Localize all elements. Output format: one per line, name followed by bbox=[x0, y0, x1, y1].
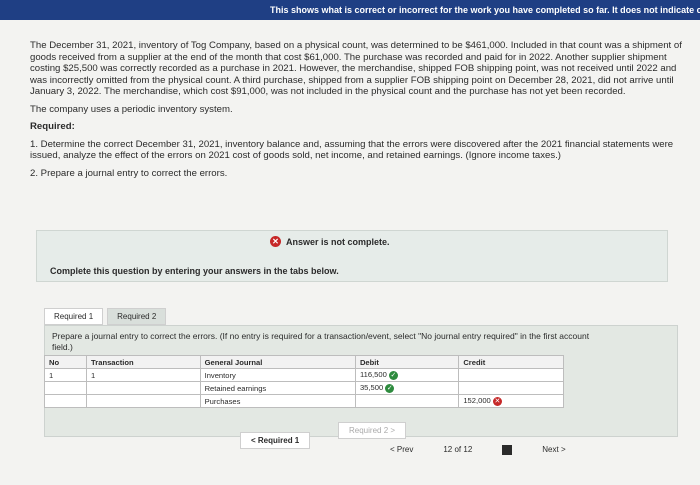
credit-field[interactable]: 152,000 ✕ bbox=[458, 394, 564, 408]
col-transaction: Transaction bbox=[86, 355, 201, 369]
check-icon: ✓ bbox=[388, 371, 398, 380]
col-debit: Debit bbox=[354, 355, 460, 369]
account-field[interactable]: Inventory bbox=[199, 368, 356, 382]
error-icon: ✕ bbox=[492, 397, 502, 406]
next-tab-button[interactable]: Required 2 > bbox=[338, 422, 407, 439]
tab-instruction: Prepare a journal entry to correct the e… bbox=[52, 331, 590, 352]
problem-paragraph-1: The December 31, 2021, inventory of Tog … bbox=[30, 40, 682, 97]
row-no bbox=[43, 381, 88, 395]
prev-page-link[interactable]: < Prev bbox=[390, 445, 413, 455]
col-no: No bbox=[43, 355, 88, 369]
banner-text: This shows what is correct or incorrect … bbox=[270, 5, 700, 15]
row-no: 1 bbox=[43, 368, 88, 382]
journal-table: No Transaction General Journal Debit Cre… bbox=[43, 355, 564, 408]
required-2: 2. Prepare a journal entry to correct th… bbox=[30, 167, 228, 179]
credit-field[interactable] bbox=[458, 381, 564, 395]
debit-field[interactable]: 116,500 ✓ bbox=[354, 368, 460, 382]
page-indicator: 12 of 12 bbox=[443, 445, 473, 454]
account-field[interactable]: Purchases bbox=[199, 394, 356, 408]
debit-field[interactable] bbox=[354, 394, 460, 408]
account-field[interactable]: Retained earnings bbox=[199, 381, 356, 395]
check-icon: ✓ bbox=[385, 384, 395, 393]
row-no bbox=[43, 394, 88, 408]
next-page-link[interactable]: Next > bbox=[542, 445, 565, 455]
tab-required-2[interactable]: Required 2 bbox=[107, 308, 167, 325]
required-1: 1. Determine the correct December 31, 20… bbox=[30, 138, 674, 162]
row-transaction bbox=[86, 394, 201, 408]
col-credit: Credit bbox=[458, 355, 564, 369]
table-header: No Transaction General Journal Debit Cre… bbox=[43, 355, 564, 369]
prev-tab-button[interactable]: < Required 1 bbox=[240, 432, 311, 449]
error-icon: ✕ bbox=[270, 236, 281, 247]
feedback-banner: This shows what is correct or incorrect … bbox=[0, 0, 700, 20]
grid-icon[interactable] bbox=[502, 445, 513, 455]
row-transaction bbox=[86, 381, 201, 395]
required-title: Required: bbox=[30, 121, 75, 132]
status-message: ✕ Answer is not complete. bbox=[270, 236, 390, 247]
debit-field[interactable]: 35,500 ✓ bbox=[354, 381, 460, 395]
instruction-text: Complete this question by entering your … bbox=[50, 266, 339, 276]
credit-field[interactable] bbox=[458, 368, 564, 382]
tab-required-1[interactable]: Required 1 bbox=[44, 308, 104, 325]
table-row: 1 1 Inventory 116,500 ✓ bbox=[43, 368, 564, 382]
tab-bar: Required 1 Required 2 bbox=[44, 308, 167, 325]
col-general-journal: General Journal bbox=[199, 355, 356, 369]
table-row: Retained earnings 35,500 ✓ bbox=[43, 381, 564, 395]
pager: < Prev 12 of 12 Next > bbox=[390, 445, 566, 455]
problem-paragraph-2: The company uses a periodic inventory sy… bbox=[30, 103, 233, 115]
table-row: Purchases 152,000 ✕ bbox=[43, 394, 564, 408]
row-transaction: 1 bbox=[86, 368, 201, 382]
status-label: Answer is not complete. bbox=[286, 236, 390, 247]
problem-text: The December 31, 2021, inventory of Tog … bbox=[30, 40, 690, 185]
